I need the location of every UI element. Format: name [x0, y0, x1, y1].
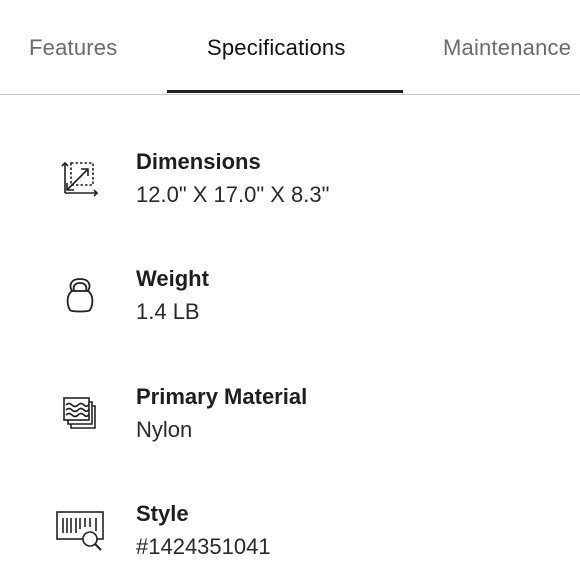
barcode-search-icon [55, 503, 105, 553]
dimensions-icon [55, 155, 105, 205]
tab-maintenance[interactable]: Maintenance [443, 30, 571, 66]
spec-value-dimensions: 12.0" X 17.0" X 8.3" [136, 182, 330, 207]
spec-label-weight: Weight [136, 266, 209, 291]
spec-label-dimensions: Dimensions [136, 149, 261, 174]
spec-row-primary-material: Primary Material Nylon [0, 380, 580, 460]
tab-features[interactable]: Features [29, 30, 117, 66]
spec-row-weight: Weight 1.4 LB [0, 262, 580, 342]
material-swatch-icon [55, 386, 105, 436]
spec-row-style: Style #1424351041 [0, 497, 580, 577]
spec-label-primary-material: Primary Material [136, 384, 308, 409]
active-tab-indicator [167, 90, 403, 93]
spec-label-style: Style [136, 501, 189, 526]
specifications-panel: Features Specifications Maintenance Dime… [0, 0, 580, 580]
spec-value-style: #1424351041 [136, 534, 271, 559]
kettlebell-weight-icon [55, 272, 105, 322]
spec-row-dimensions: Dimensions 12.0" X 17.0" X 8.3" [0, 145, 580, 225]
tab-bar: Features Specifications Maintenance [0, 0, 580, 95]
tab-specifications[interactable]: Specifications [207, 30, 346, 66]
spec-value-primary-material: Nylon [136, 417, 193, 442]
spec-value-weight: 1.4 LB [136, 299, 200, 324]
